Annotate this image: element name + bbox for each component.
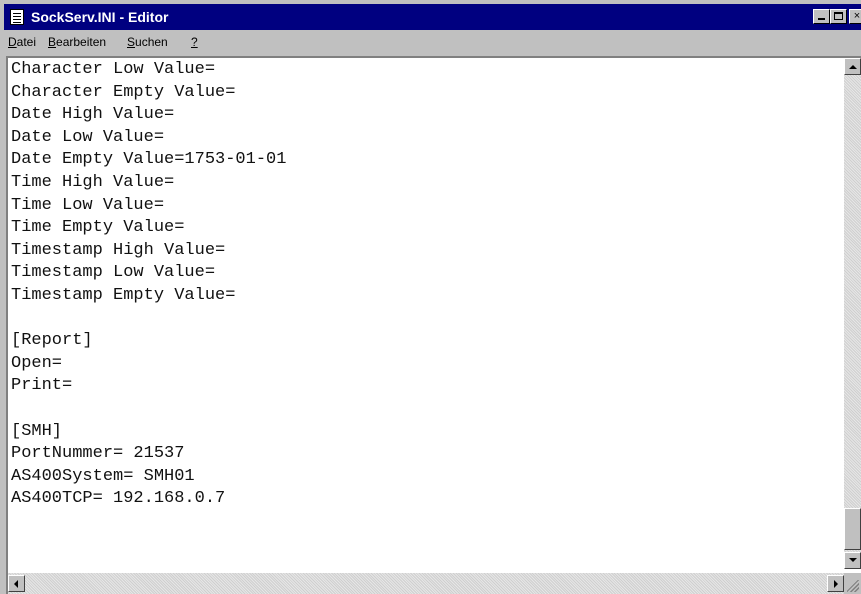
- scroll-left-button[interactable]: [8, 575, 25, 592]
- arrow-down-icon: [849, 558, 857, 562]
- vertical-scroll-thumb[interactable]: [844, 508, 861, 550]
- vertical-scrollbar[interactable]: [844, 58, 861, 569]
- arrow-right-icon: [834, 580, 838, 588]
- menu-bearbeiten[interactable]: Bearbeiten: [48, 35, 106, 49]
- arrow-left-icon: [14, 580, 18, 588]
- scroll-down-button[interactable]: [844, 552, 861, 569]
- notepad-icon[interactable]: [10, 9, 24, 25]
- size-grip-icon[interactable]: [844, 573, 861, 594]
- minimize-icon: [818, 18, 825, 20]
- menu-bar: Datei Bearbeiten Suchen ?: [4, 31, 861, 53]
- minimize-button[interactable]: [813, 9, 830, 24]
- text-area[interactable]: Character Low Value= Character Empty Val…: [6, 56, 861, 594]
- horizontal-scrollbar[interactable]: [8, 573, 844, 594]
- menu-help[interactable]: ?: [191, 35, 198, 49]
- arrow-up-icon: [849, 65, 857, 69]
- menu-suchen[interactable]: Suchen: [127, 35, 168, 49]
- scroll-right-button[interactable]: [827, 575, 844, 592]
- close-button[interactable]: ×: [849, 9, 861, 24]
- scroll-up-button[interactable]: [844, 58, 861, 75]
- menu-datei[interactable]: Datei: [8, 35, 36, 49]
- maximize-icon: [834, 12, 843, 20]
- window-title: SockServ.INI - Editor: [31, 9, 169, 25]
- editor-window: SockServ.INI - Editor × Datei Bearbeiten…: [0, 0, 861, 594]
- maximize-button[interactable]: [830, 9, 847, 24]
- close-icon: ×: [853, 10, 861, 22]
- title-bar[interactable]: SockServ.INI - Editor ×: [4, 4, 861, 30]
- file-content[interactable]: Character Low Value= Character Empty Val…: [11, 59, 286, 511]
